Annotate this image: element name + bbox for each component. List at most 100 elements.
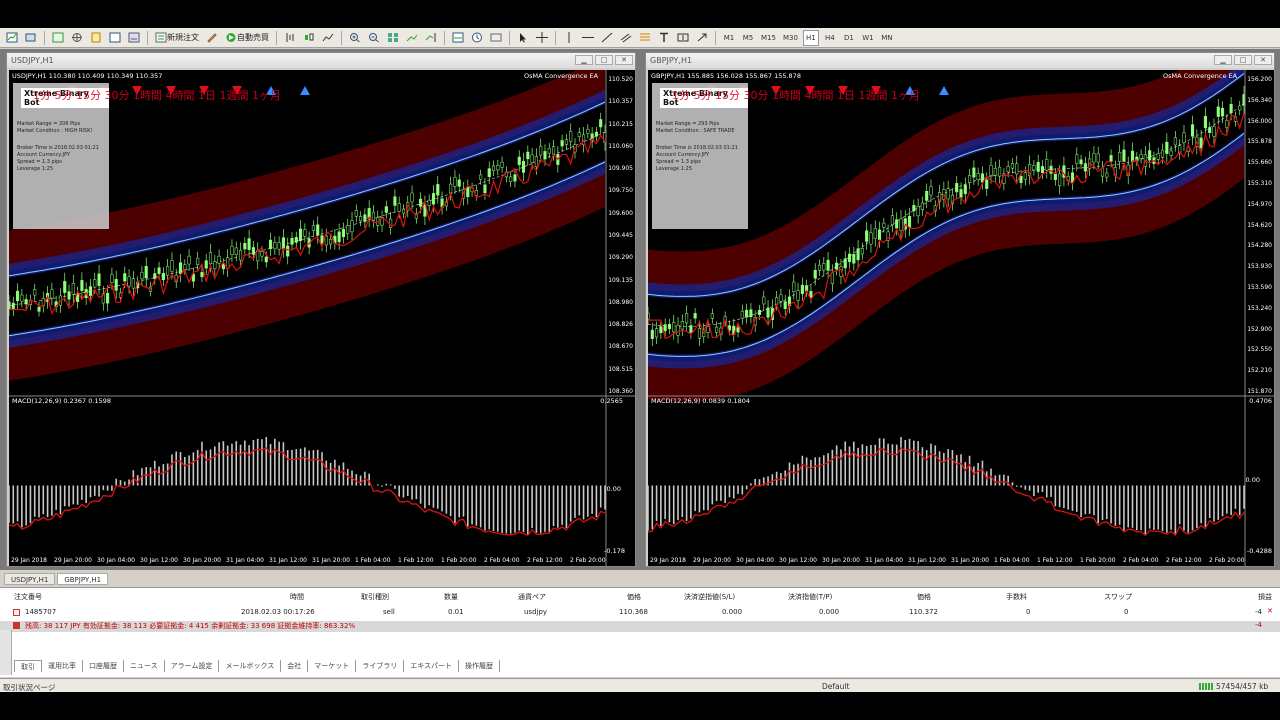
trade-table-header: 注文番号 時間 取引種別 数量 通貨ペア 価格 決済逆指値(S/L) 決済指値(… <box>0 592 1280 604</box>
timeframe-d1[interactable]: D1 <box>841 30 857 46</box>
equidistant-channel-icon[interactable] <box>618 30 634 46</box>
vertical-line-icon[interactable] <box>561 30 577 46</box>
close-order-icon[interactable]: ✕ <box>1267 607 1273 615</box>
tab-news[interactable]: ニュース <box>124 660 165 672</box>
tab-experts[interactable]: エキスパート <box>404 660 460 672</box>
panel-line: Spread = 1.3 pips <box>656 159 701 165</box>
terminal-icon[interactable] <box>107 30 123 46</box>
label-tool-icon[interactable] <box>675 30 691 46</box>
cursor-icon[interactable] <box>515 30 531 46</box>
chart-window-gbpjpy[interactable]: GBPJPY,H1 ▁ □ ✕ GBPJPY,H1 155.885 156.028 … <box>645 52 1275 567</box>
time-label: 30 Jan 12:00 <box>779 557 817 564</box>
zoom-in-icon[interactable] <box>347 30 363 46</box>
symbol-header: GBPJPY,H1 155.885 156.028 155.867 155.87… <box>651 72 801 80</box>
time-label: 31 Jan 04:00 <box>226 557 264 564</box>
time-label: 29 Jan 2018 <box>650 557 686 564</box>
tile-windows-icon[interactable] <box>385 30 401 46</box>
time-label: 30 Jan 04:00 <box>736 557 774 564</box>
chart-window-usdjpy[interactable]: USDJPY,H1 ▁ □ ✕ USDJPY,H1 110.380 110.409 … <box>6 52 636 567</box>
panel-line: Leverage 1:25 <box>17 166 53 172</box>
col-swap[interactable]: スワップ <box>1104 592 1132 602</box>
horizontal-line-icon[interactable] <box>580 30 596 46</box>
text-tool-icon[interactable] <box>656 30 672 46</box>
table-row[interactable]: 1485707 2018.02.03 00:17:26 sell 0.01 us… <box>0 607 1280 619</box>
price-label: 155.660 <box>1247 159 1272 167</box>
timeframe-h1[interactable]: H1 <box>802 29 819 46</box>
tab-market[interactable]: マーケット <box>308 660 357 672</box>
col-current-price[interactable]: 価格 <box>917 592 931 602</box>
chart-workspace: USDJPY,H1 ▁ □ ✕ USDJPY,H1 110.380 110.409 … <box>0 49 1280 570</box>
price-label: 108.826 <box>608 321 633 329</box>
line-chart-icon[interactable] <box>320 30 336 46</box>
candlestick-icon[interactable] <box>301 30 317 46</box>
terminal-side-handle[interactable] <box>0 630 12 675</box>
timeframe-m30[interactable]: M30 <box>781 30 800 46</box>
price-label: 152.550 <box>1247 346 1272 354</box>
timeframe-h4[interactable]: H4 <box>822 30 838 46</box>
metaeditor-icon[interactable] <box>204 30 220 46</box>
tab-library[interactable]: ライブラリ <box>356 660 405 672</box>
col-commission[interactable]: 手数料 <box>1006 592 1027 602</box>
col-order[interactable]: 注文番号 <box>14 592 42 602</box>
market-watch-icon[interactable] <box>50 30 66 46</box>
price-chart-usdjpy[interactable]: USDJPY,H1 110.380 110.409 110.349 110.35… <box>9 70 635 566</box>
new-order-button[interactable]: 新規注文 <box>153 30 201 46</box>
new-chart-icon[interactable] <box>4 30 20 46</box>
timeframe-m1[interactable]: M1 <box>721 30 737 46</box>
status-bar: 取引状況ページ Default 57454/457 kb <box>0 678 1280 692</box>
trendline-icon[interactable] <box>599 30 615 46</box>
profiles-icon[interactable] <box>23 30 39 46</box>
maximize-icon[interactable]: □ <box>595 55 613 65</box>
col-type[interactable]: 取引種別 <box>361 592 389 602</box>
timeframe-m15[interactable]: M15 <box>759 30 778 46</box>
periods-icon[interactable] <box>469 30 485 46</box>
templates-icon[interactable] <box>488 30 504 46</box>
chart-window-titlebar[interactable]: USDJPY,H1 ▁ □ ✕ <box>7 53 635 68</box>
price-chart-gbpjpy[interactable]: GBPJPY,H1 155.885 156.028 155.867 155.87… <box>648 70 1274 566</box>
bar-chart-icon[interactable] <box>282 30 298 46</box>
close-icon[interactable]: ✕ <box>615 55 633 65</box>
tab-mailbox[interactable]: メールボックス <box>219 660 282 672</box>
minimize-icon[interactable]: ▁ <box>1214 55 1232 65</box>
tab-account-history[interactable]: 口座履歴 <box>83 660 124 672</box>
tab-trade[interactable]: 取引 <box>14 660 42 672</box>
col-tp[interactable]: 決済指値(T/P) <box>788 592 832 602</box>
tab-exposure[interactable]: 運用比率 <box>42 660 83 672</box>
timeframe-m5[interactable]: M5 <box>740 30 756 46</box>
col-profit[interactable]: 損益 <box>1258 592 1272 602</box>
screen-bottom-letterbox <box>0 692 1280 720</box>
chart-tab-usdjpy[interactable]: USDJPY,H1 <box>4 573 56 585</box>
zoom-out-icon[interactable] <box>366 30 382 46</box>
col-symbol[interactable]: 通貨ペア <box>518 592 546 602</box>
macd-label: MACD(12,26,9) 0.2367 0.1598 <box>12 397 111 405</box>
chart-tab-gbpjpy[interactable]: GBPJPY,H1 <box>57 573 109 585</box>
chart-window-titlebar[interactable]: GBPJPY,H1 ▁ □ ✕ <box>646 53 1274 68</box>
timeframe-mn[interactable]: MN <box>879 30 895 46</box>
maximize-icon[interactable]: □ <box>1234 55 1252 65</box>
fibonacci-icon[interactable] <box>637 30 653 46</box>
auto-trading-icon <box>226 33 236 42</box>
tester-icon[interactable] <box>126 30 142 46</box>
close-icon[interactable]: ✕ <box>1254 55 1272 65</box>
arrows-tool-icon[interactable] <box>694 30 710 46</box>
data-window-icon[interactable] <box>88 30 104 46</box>
time-label: 2 Feb 20:00 <box>570 557 606 564</box>
navigator-icon[interactable] <box>69 30 85 46</box>
tab-company[interactable]: 会社 <box>281 660 309 672</box>
timeframe-w1[interactable]: W1 <box>860 30 876 46</box>
auto-trading-button[interactable]: 自動売買 <box>223 30 271 46</box>
col-sl[interactable]: 決済逆指値(S/L) <box>684 592 735 602</box>
tab-alerts[interactable]: アラーム設定 <box>165 660 220 672</box>
col-price[interactable]: 価格 <box>627 592 641 602</box>
col-time[interactable]: 時間 <box>290 592 304 602</box>
tab-journal[interactable]: 操作履歴 <box>459 660 501 672</box>
panel-line: Account Currency:JPY <box>656 152 710 158</box>
col-volume[interactable]: 数量 <box>444 592 458 602</box>
autoscroll-icon[interactable] <box>404 30 420 46</box>
minimize-icon[interactable]: ▁ <box>575 55 593 65</box>
price-label: 153.590 <box>1247 284 1272 291</box>
indicators-icon[interactable] <box>450 30 466 46</box>
chart-shift-icon[interactable] <box>423 30 439 46</box>
panel-line: Market Range = 206 Pips <box>17 121 81 127</box>
crosshair-icon[interactable] <box>534 30 550 46</box>
